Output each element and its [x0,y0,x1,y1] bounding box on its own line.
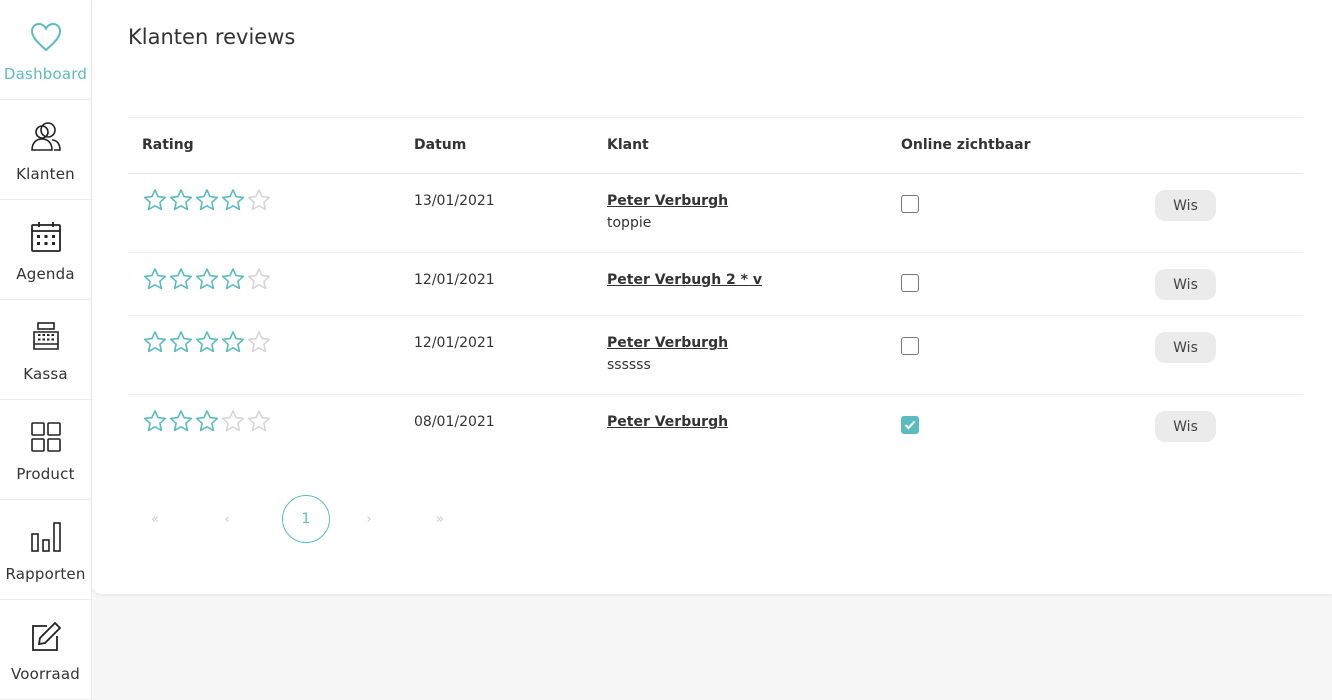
sidebar-item-label: Product [16,465,75,483]
review-comment: ssssss [607,357,651,373]
wis-button[interactable]: Wis [1155,190,1216,221]
review-date: 12/01/2021 [414,272,495,288]
star-rating [142,267,272,291]
reviews-table: Rating Datum Klant Online zichtbaar 13/0… [128,117,1302,457]
bar-chart-icon [29,520,63,554]
sidebar-item-agenda[interactable]: Agenda [0,200,91,300]
star-filled-icon [143,268,167,290]
review-klant: Peter Verburgh ssssss [607,335,728,373]
review-klant: Peter Verburgh [607,414,728,430]
pagination-prev[interactable]: ‹ [214,495,240,543]
star-empty-icon [247,331,271,353]
online-checkbox[interactable] [901,416,919,434]
star-filled-icon [169,410,193,432]
pagination-page-current[interactable]: 1 [282,495,330,543]
star-empty-icon [221,410,245,432]
review-date: 08/01/2021 [414,414,495,430]
check-icon [904,420,916,430]
grid-icon [29,420,63,454]
wis-button[interactable]: Wis [1155,332,1216,363]
star-filled-icon [143,189,167,211]
table-row: 12/01/2021 Peter Verburgh ssssss Wis [128,316,1302,395]
users-icon [29,120,63,154]
sidebar-item-voorraad[interactable]: Voorraad [0,600,91,700]
klant-link[interactable]: Peter Verburgh [607,193,728,209]
star-filled-icon [169,268,193,290]
star-empty-icon [247,410,271,432]
klant-link[interactable]: Peter Verburgh [607,414,728,430]
star-rating [142,330,272,354]
edit-icon [29,620,63,654]
pagination-last[interactable]: » [427,495,453,543]
sidebar-item-kassa[interactable]: Kassa [0,300,91,400]
reviews-card: Klanten reviews Rating Datum Klant Onlin… [92,0,1332,594]
review-klant: Peter Verburgh toppie [607,193,728,231]
pagination-next[interactable]: › [356,495,382,543]
sidebar-item-label: Dashboard [3,65,88,83]
sidebar-item-rapporten[interactable]: Rapporten [0,500,91,600]
sidebar-item-dashboard[interactable]: Dashboard [0,0,91,100]
klant-link[interactable]: Peter Verbugh 2 * v [607,272,762,288]
review-date: 12/01/2021 [414,335,495,351]
review-date: 13/01/2021 [414,193,495,209]
star-rating [142,188,272,212]
star-filled-icon [143,410,167,432]
header-datum: Datum [414,137,467,153]
online-checkbox[interactable] [901,337,919,355]
online-checkbox[interactable] [901,274,919,292]
sidebar: Dashboard Klanten Agenda Kassa Product R… [0,0,92,700]
table-row: 08/01/2021 Peter Verburgh Wis [128,395,1302,457]
sidebar-item-label: Rapporten [5,565,86,583]
pagination-first[interactable]: « [142,495,168,543]
table-row: 13/01/2021 Peter Verburgh toppie Wis [128,174,1302,253]
calendar-icon [29,220,63,254]
star-empty-icon [247,268,271,290]
cash-register-icon [29,320,63,354]
star-filled-icon [221,268,245,290]
header-klant: Klant [607,137,649,153]
header-online-zichtbaar: Online zichtbaar [901,137,1031,153]
review-comment: toppie [607,215,652,231]
page-title: Klanten reviews [128,25,296,49]
star-filled-icon [221,189,245,211]
star-filled-icon [195,189,219,211]
star-filled-icon [195,331,219,353]
sidebar-item-label: Kassa [23,365,68,383]
review-klant: Peter Verbugh 2 * v [607,272,762,288]
header-rating: Rating [142,137,194,153]
star-rating [142,409,272,433]
wis-button[interactable]: Wis [1155,269,1216,300]
pagination: « ‹ 1 › » [128,495,528,543]
table-row: 12/01/2021 Peter Verbugh 2 * v Wis [128,253,1302,316]
table-header: Rating Datum Klant Online zichtbaar [128,117,1302,174]
sidebar-item-label: Agenda [16,265,75,283]
sidebar-item-label: Voorraad [10,665,81,683]
star-empty-icon [247,189,271,211]
online-checkbox[interactable] [901,195,919,213]
wis-button[interactable]: Wis [1155,411,1216,442]
star-filled-icon [169,189,193,211]
star-filled-icon [195,410,219,432]
sidebar-item-product[interactable]: Product [0,400,91,500]
star-filled-icon [143,331,167,353]
heart-icon [29,20,63,54]
sidebar-item-klanten[interactable]: Klanten [0,100,91,200]
star-filled-icon [221,331,245,353]
star-filled-icon [169,331,193,353]
star-filled-icon [195,268,219,290]
sidebar-item-label: Klanten [16,165,75,183]
klant-link[interactable]: Peter Verburgh [607,335,728,351]
